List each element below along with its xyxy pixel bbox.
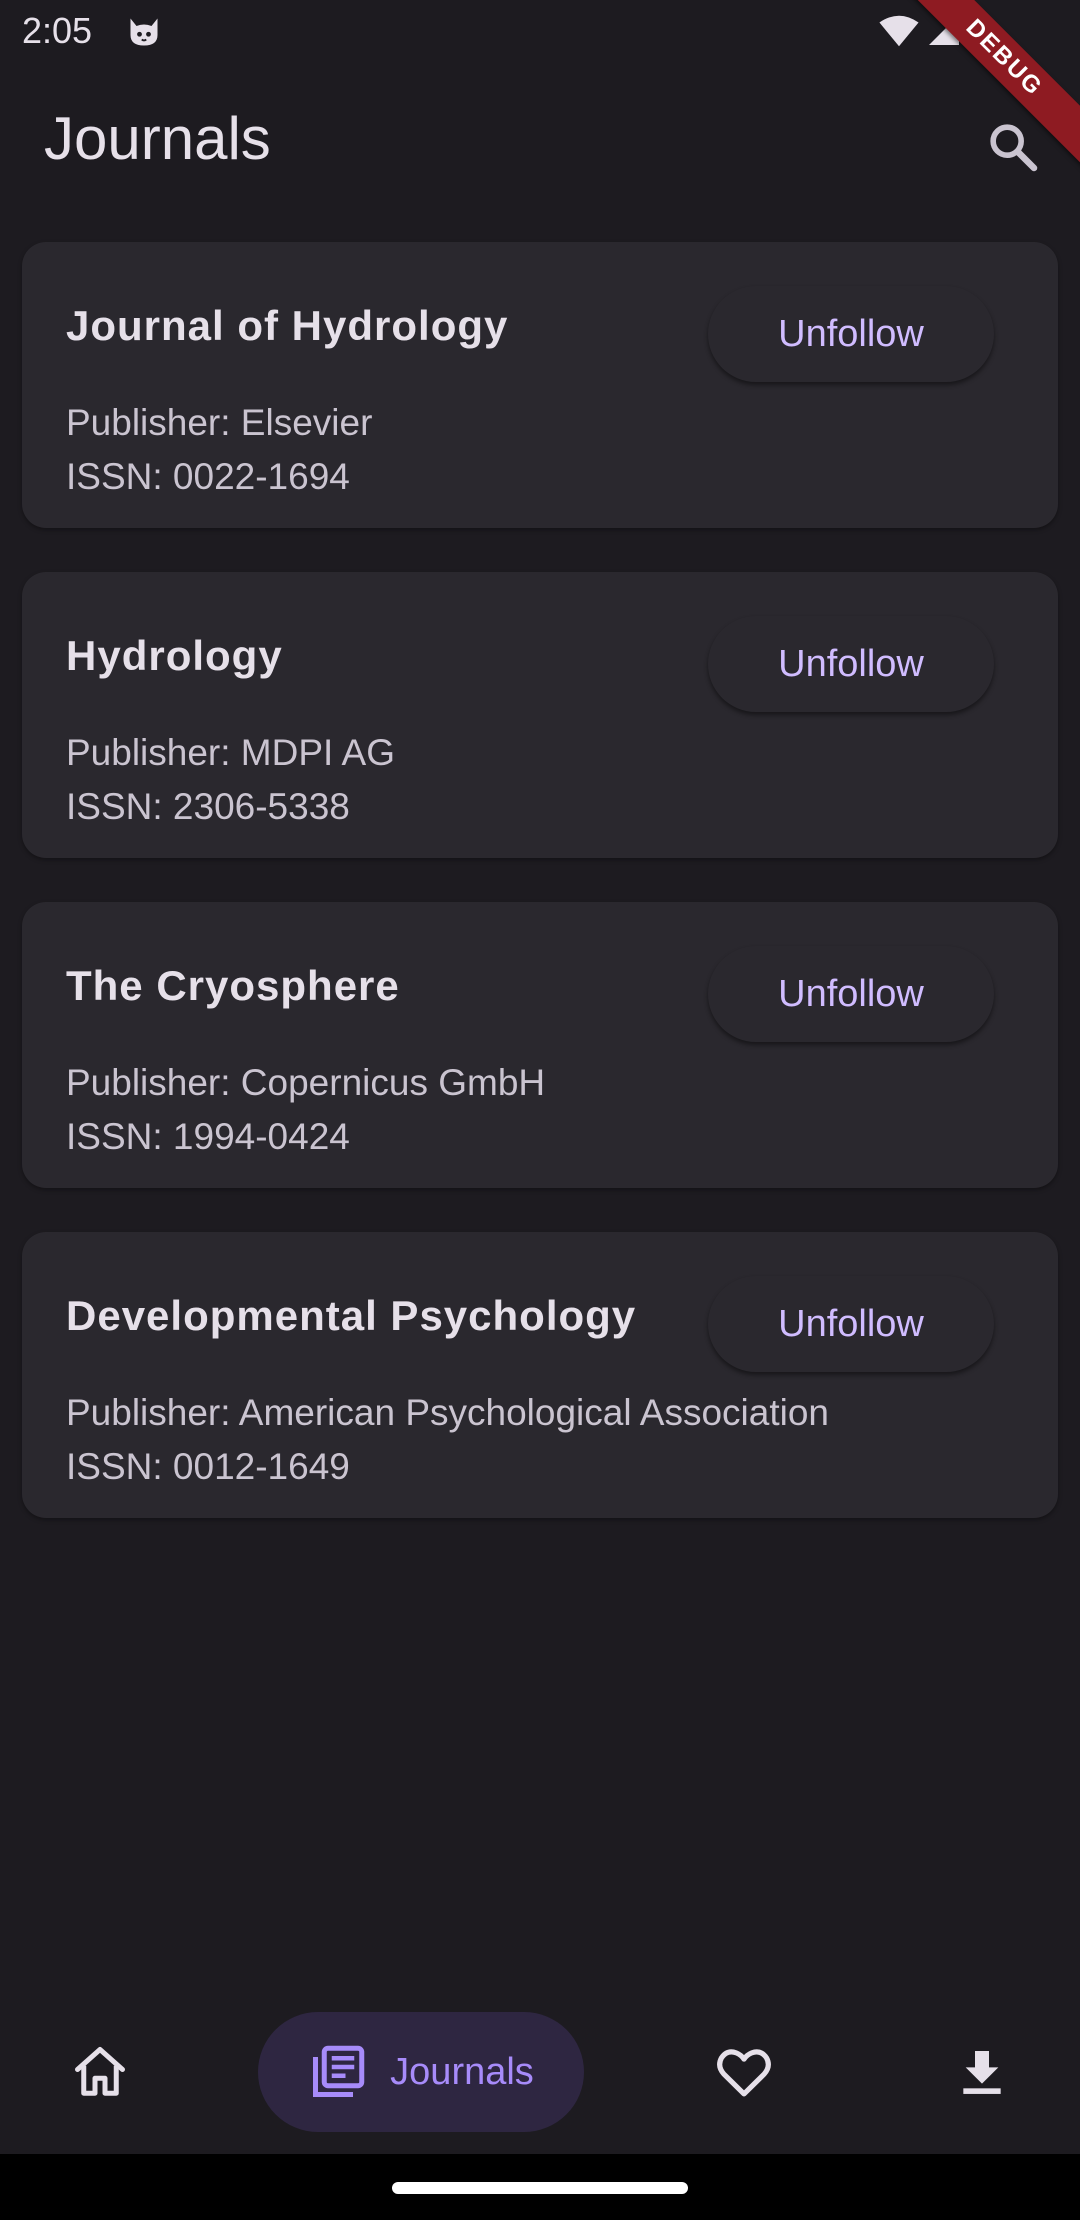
home-gesture-handle[interactable] bbox=[392, 2182, 688, 2194]
system-gesture-bar bbox=[0, 2154, 1080, 2220]
app-bar: Journals bbox=[0, 66, 1080, 216]
cat-face-icon bbox=[130, 18, 158, 46]
heart-icon bbox=[717, 2049, 771, 2097]
bottom-navigation: Journals bbox=[0, 1994, 1080, 2154]
journal-title: The Cryosphere bbox=[66, 962, 400, 1009]
search-button[interactable] bbox=[980, 114, 1046, 180]
app-root: 2:05 DEBUG Journals Journal of Hydrology bbox=[0, 0, 1080, 2220]
journal-issn: ISSN: 2306-5338 bbox=[66, 786, 350, 827]
unfollow-button[interactable]: Unfollow bbox=[708, 1276, 994, 1372]
journal-title: Journal of Hydrology bbox=[66, 302, 509, 349]
journals-icon bbox=[313, 2045, 365, 2097]
journal-issn: ISSN: 1994-0424 bbox=[66, 1116, 350, 1157]
nav-item-home[interactable] bbox=[40, 2012, 160, 2132]
page-title: Journals bbox=[44, 105, 271, 172]
journal-issn: ISSN: 0022-1694 bbox=[66, 456, 350, 497]
nav-item-label: Journals bbox=[390, 2050, 534, 2093]
journal-publisher: Publisher: MDPI AG bbox=[66, 732, 396, 773]
journal-card[interactable]: Hydrology Unfollow Publisher: MDPI AG IS… bbox=[22, 572, 1058, 858]
nav-item-journals[interactable]: Journals bbox=[258, 2012, 584, 2132]
journal-publisher: Publisher: Copernicus GmbH bbox=[66, 1062, 546, 1103]
journal-title: Hydrology bbox=[66, 632, 283, 679]
unfollow-button[interactable]: Unfollow bbox=[708, 946, 994, 1042]
journal-card[interactable]: The Cryosphere Unfollow Publisher: Coper… bbox=[22, 902, 1058, 1188]
journal-title: Developmental Psychology bbox=[66, 1292, 637, 1339]
home-icon bbox=[75, 2047, 125, 2096]
journal-list: Journal of Hydrology Unfollow Publisher:… bbox=[22, 242, 1058, 1562]
wifi-icon bbox=[879, 15, 919, 47]
journal-publisher: Publisher: American Psychological Associ… bbox=[66, 1392, 829, 1433]
journal-publisher: Publisher: Elsevier bbox=[66, 402, 373, 443]
nav-item-favorites[interactable] bbox=[684, 2012, 804, 2132]
journal-card[interactable]: Journal of Hydrology Unfollow Publisher:… bbox=[22, 242, 1058, 528]
status-bar: 2:05 DEBUG bbox=[0, 0, 1080, 179]
download-icon bbox=[963, 2051, 1001, 2094]
journal-card[interactable]: Developmental Psychology Unfollow Publis… bbox=[22, 1232, 1058, 1518]
journal-issn: ISSN: 0012-1649 bbox=[66, 1446, 350, 1487]
unfollow-button[interactable]: Unfollow bbox=[708, 616, 994, 712]
status-time: 2:05 bbox=[22, 10, 93, 51]
search-icon bbox=[990, 124, 1038, 172]
unfollow-button[interactable]: Unfollow bbox=[708, 286, 994, 382]
nav-item-downloads[interactable] bbox=[922, 2012, 1042, 2132]
